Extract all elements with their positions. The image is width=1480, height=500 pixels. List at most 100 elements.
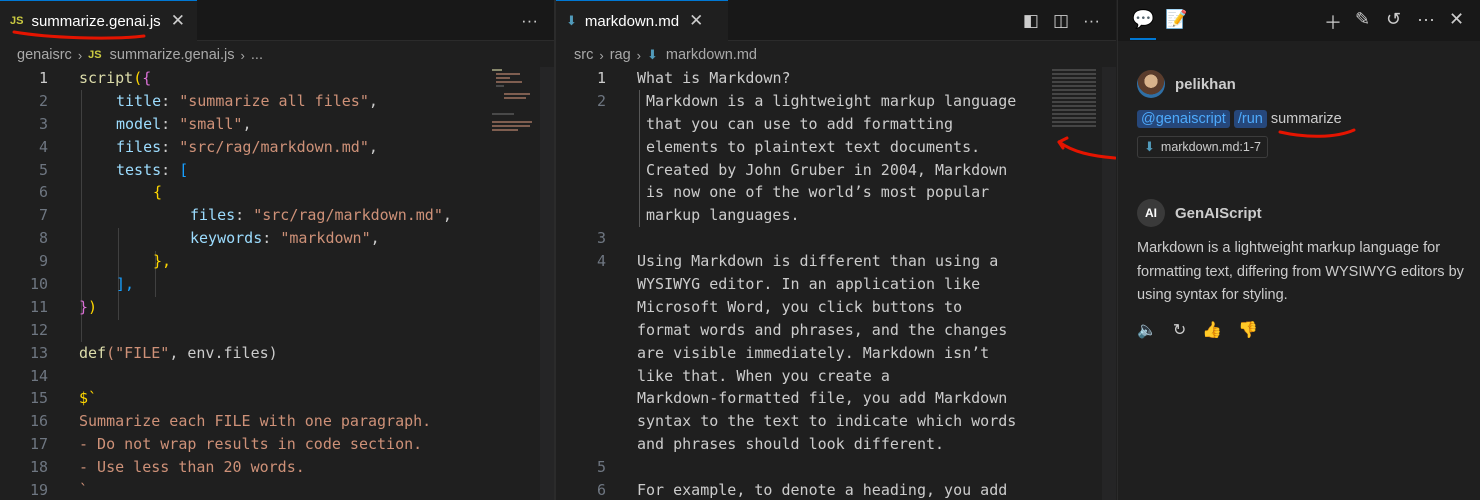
response-actions: 🔈 ↻ 👍 👎 <box>1137 320 1466 340</box>
minimap[interactable] <box>1052 67 1098 500</box>
code-line: 18 - Use less than 20 words. <box>0 456 554 479</box>
breadcrumb-symbol[interactable]: ... <box>251 47 263 63</box>
code-token: - Use less than 20 words. <box>79 458 305 477</box>
code-token: "src/rag/markdown.md" <box>179 137 369 156</box>
close-icon[interactable]: ✕ <box>171 11 185 31</box>
breadcrumb-file[interactable]: summarize.genai.js <box>110 47 235 63</box>
edit-icon[interactable]: ✎ <box>1355 9 1370 30</box>
markdown-file-icon: ⬇ <box>647 47 658 62</box>
tab-markdown-md[interactable]: ⬇ markdown.md ✕ <box>556 0 728 41</box>
thumbs-down-icon[interactable]: 👎 <box>1238 320 1258 340</box>
history-icon[interactable]: ↺ <box>1386 9 1401 30</box>
close-icon[interactable]: ✕ <box>689 11 703 31</box>
code-line: 1 script({ <box>0 67 554 90</box>
context-reference[interactable]: ⬇ markdown.md:1-7 <box>1137 136 1466 158</box>
line-number: 3 <box>38 114 48 133</box>
assistant-header: AI GenAIScript <box>1137 199 1466 227</box>
code-token: - Do not wrap results in code section. <box>79 435 423 454</box>
code-line: 10], <box>0 273 554 296</box>
code-line: 6{ <box>0 181 554 204</box>
line-text: Markdown is a lightweight markup languag… <box>646 91 1017 110</box>
text-line: markup languages. <box>556 204 1116 227</box>
code-token: "markdown" <box>280 229 371 248</box>
code-token: keywords <box>190 229 263 248</box>
text-line: 1 What is Markdown? <box>556 67 1116 90</box>
user-prompt: @genaiscript/run summarize <box>1137 110 1466 128</box>
assistant-response: Markdown is a lightweight markup languag… <box>1137 240 1464 303</box>
code-line: 11}) <box>0 296 554 319</box>
new-chat-icon[interactable]: ＋ <box>1324 9 1342 35</box>
line-text: like that. When you create a <box>637 366 890 385</box>
text-line: elements to plaintext text documents. <box>556 136 1116 159</box>
code-token: }, <box>153 252 172 271</box>
tab-label: markdown.md <box>584 12 680 30</box>
code-line: 14 <box>0 365 554 388</box>
more-actions-icon[interactable]: ··· <box>1417 9 1435 30</box>
code-line: 17 - Do not wrap results in code section. <box>0 433 554 456</box>
command-chip[interactable]: /run <box>1233 110 1267 128</box>
code-line: 4 files: "src/rag/markdown.md", <box>0 136 554 159</box>
line-text: Microsoft Word, you click buttons to <box>637 297 963 316</box>
line-text: and phrases should look different. <box>637 435 945 454</box>
code-token: { <box>153 183 163 202</box>
code-token: ` <box>79 481 89 500</box>
code-token: def <box>79 343 107 362</box>
vertical-scrollbar[interactable] <box>1102 67 1116 500</box>
line-number: 13 <box>29 343 48 362</box>
code-token: script <box>79 69 134 87</box>
line-number: 6 <box>38 183 48 202</box>
user-message: pelikhan @genaiscript/run summarize ⬇ mark… <box>1137 70 1466 158</box>
edits-icon[interactable]: 📝 <box>1165 9 1187 30</box>
breadcrumb: src › rag › ⬇ markdown.md <box>574 44 757 66</box>
code-token: "small" <box>179 114 243 133</box>
read-aloud-icon[interactable]: 🔈 <box>1137 320 1157 340</box>
line-number: 8 <box>38 229 48 248</box>
code-editor[interactable]: 1 script({ 2 title: "summarize all files",… <box>0 67 554 500</box>
genaiscript-logo: AI <box>1137 199 1165 227</box>
tab-summarize-genai-js[interactable]: JS summarize.genai.js ✕ <box>0 0 197 41</box>
more-actions-icon[interactable]: ··· <box>1083 11 1100 31</box>
line-number: 9 <box>38 252 48 271</box>
split-editor-icon[interactable]: ◫ <box>1053 11 1069 31</box>
code-line: 16 Summarize each FILE with one paragraph… <box>0 410 554 433</box>
code-line: 2 title: "summarize all files", <box>0 90 554 113</box>
chevron-right-icon: › <box>636 47 641 63</box>
line-number: 3 <box>596 229 606 248</box>
breadcrumb-file[interactable]: markdown.md <box>666 47 757 63</box>
retry-icon[interactable]: ↻ <box>1173 320 1186 340</box>
text-line: 2 Markdown is a lightweight markup langua… <box>556 90 1116 113</box>
code-token: ("FILE" <box>106 343 170 362</box>
text-line: like that. When you create a <box>556 365 1116 388</box>
code-token: "summarize all files" <box>179 91 369 110</box>
chevron-right-icon: › <box>599 47 604 63</box>
line-text: elements to plaintext text documents. <box>646 137 981 156</box>
thumbs-up-icon[interactable]: 👍 <box>1202 320 1222 340</box>
breadcrumb-folder[interactable]: src <box>574 47 593 63</box>
line-number: 4 <box>596 252 606 271</box>
more-actions-icon[interactable]: ··· <box>521 11 538 31</box>
chat-header: 💬 📝 ＋ ✎ ↺ ··· ✕ <box>1118 0 1480 41</box>
close-icon[interactable]: ✕ <box>1449 9 1464 30</box>
minimap[interactable] <box>486 67 540 500</box>
chat-icon[interactable]: 💬 <box>1132 9 1154 30</box>
breadcrumb-folder[interactable]: rag <box>610 47 631 63</box>
chevron-right-icon: › <box>77 47 83 63</box>
text-line: 5 <box>556 456 1116 479</box>
markdown-text-area[interactable]: 1 What is Markdown? 2 Markdown is a lightwe… <box>556 67 1116 500</box>
chat-panel: 💬 📝 ＋ ✎ ↺ ··· ✕ pelikhan @genaiscript/ru… <box>1117 0 1480 500</box>
line-number: 19 <box>29 481 48 500</box>
text-line: format words and phrases, and the change… <box>556 319 1116 342</box>
text-line: WYSIWYG editor. In an application like <box>556 273 1116 296</box>
chevron-right-icon: › <box>240 47 245 63</box>
code-token: files <box>116 137 162 156</box>
line-number: 2 <box>596 91 606 110</box>
open-preview-icon[interactable]: ◧ <box>1023 11 1039 31</box>
breadcrumb-folder[interactable]: genaisrc <box>17 47 72 63</box>
vertical-scrollbar[interactable] <box>540 67 554 500</box>
code-line: 15 $` <box>0 387 554 410</box>
markdown-editor-group: ⬇ markdown.md ✕ ◧ ◫ ··· src › rag › ⬇ ma… <box>556 0 1116 500</box>
participant-chip[interactable]: @genaiscript <box>1137 110 1230 128</box>
assistant-message: AI GenAIScript Markdown is a lightweight… <box>1137 199 1466 340</box>
line-number: 6 <box>596 481 606 500</box>
code-line: 3 model: "small", <box>0 113 554 136</box>
